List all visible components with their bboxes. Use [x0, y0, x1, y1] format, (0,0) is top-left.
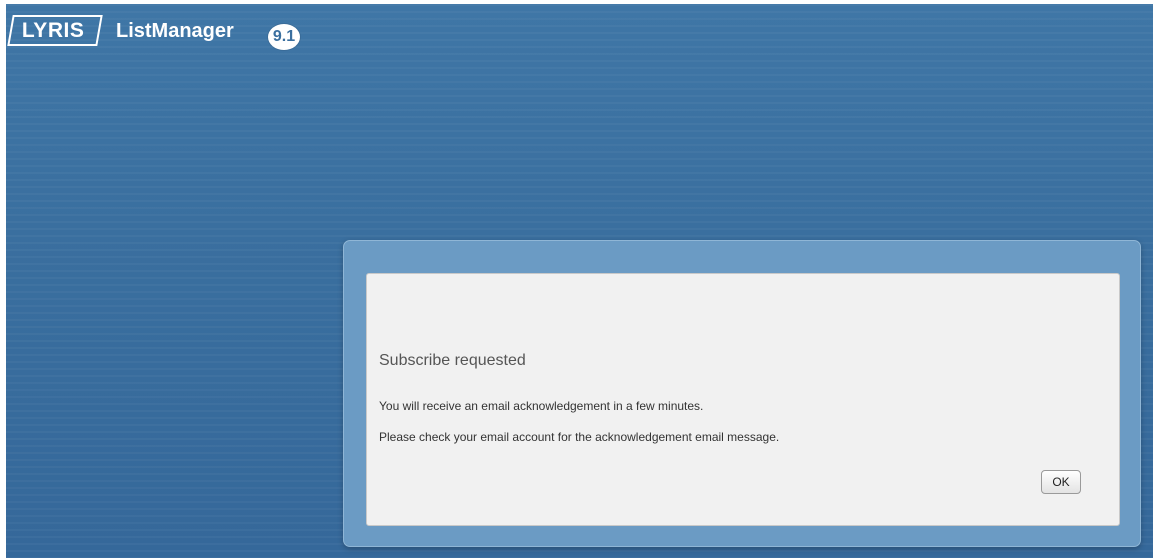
ok-button[interactable]: OK: [1041, 470, 1081, 494]
lyris-logo: LYRIS: [7, 15, 104, 46]
app-background: LYRIS ListManager 9.1 Subscribe requeste…: [6, 4, 1153, 558]
dialog-message-line-1: You will receive an email acknowledgemen…: [379, 399, 704, 413]
logo-text: LYRIS: [22, 18, 85, 42]
dialog-message-line-2: Please check your email account for the …: [379, 430, 780, 444]
dialog-title: Subscribe requested: [379, 352, 526, 369]
version-badge: 9.1: [268, 24, 300, 50]
product-name: ListManager: [116, 20, 234, 42]
dialog-panel: Subscribe requested You will receive an …: [366, 273, 1120, 526]
dialog-frame: Subscribe requested You will receive an …: [343, 240, 1141, 547]
